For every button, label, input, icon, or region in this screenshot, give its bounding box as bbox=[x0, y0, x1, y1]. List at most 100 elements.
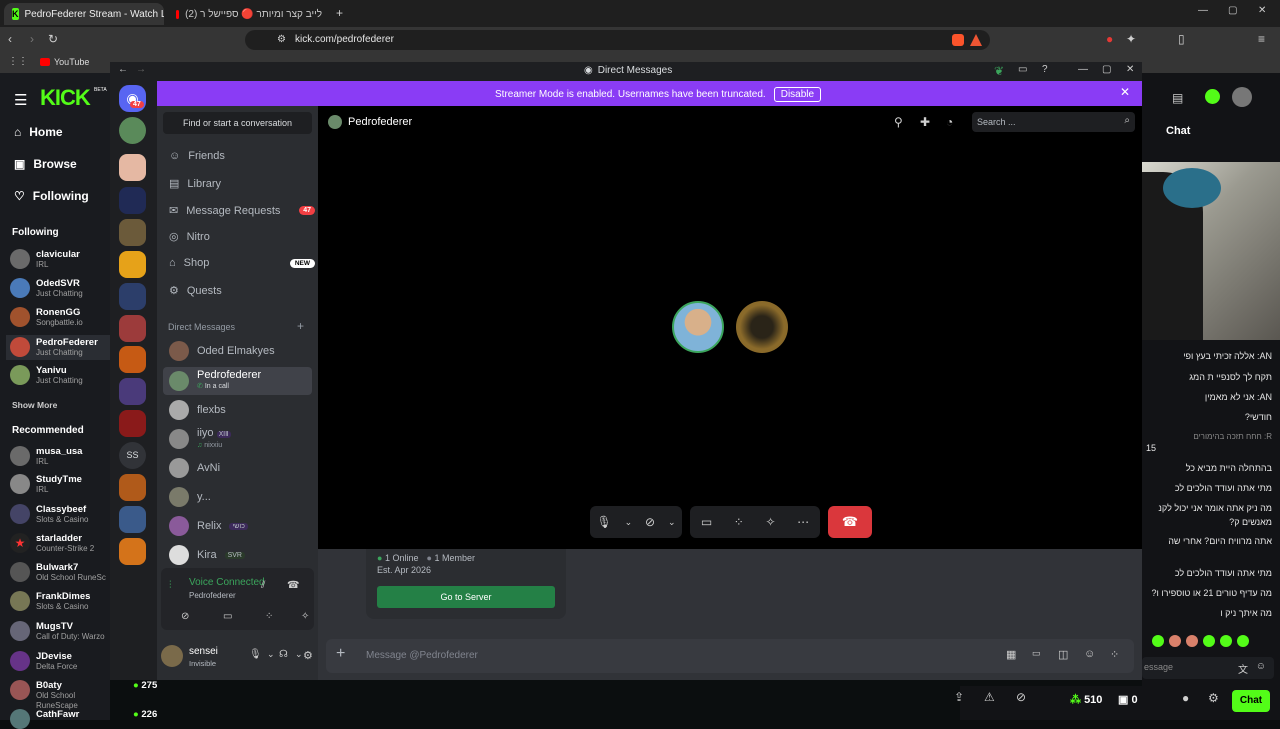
bookmark-youtube[interactable]: YouTube bbox=[54, 57, 89, 67]
tab-youtube[interactable]: לייב קצר ומיותר 🔴 ספיישל ר (2) bbox=[168, 3, 330, 25]
help-icon[interactable]: ? bbox=[1042, 64, 1048, 75]
user-avatar[interactable] bbox=[161, 645, 183, 667]
nav-message-requests[interactable]: ✉ Message Requests 47 bbox=[169, 204, 315, 217]
chevron-down-icon[interactable]: ⌄ bbox=[295, 649, 303, 660]
close-window-icon[interactable]: ✕ bbox=[1258, 5, 1266, 16]
site-info-icon[interactable]: ⚙ bbox=[277, 30, 286, 50]
dm-item[interactable]: flexbs bbox=[163, 397, 312, 423]
nav-following[interactable]: ♡ Following bbox=[14, 189, 89, 203]
dm-item[interactable]: Oded Elmakyes bbox=[163, 338, 312, 364]
channel-item[interactable]: FrankDimes Slots & Casino bbox=[10, 591, 90, 612]
channel-item[interactable]: RonenGG Songbattle.io bbox=[10, 307, 83, 328]
disconnect-icon[interactable]: ☎ bbox=[287, 580, 299, 591]
chat-bubble-icon[interactable]: ● bbox=[1182, 691, 1189, 705]
report-icon[interactable]: ⚠ bbox=[984, 690, 995, 704]
participant-avatar[interactable] bbox=[736, 301, 788, 353]
emote-icon[interactable] bbox=[1203, 635, 1215, 647]
server-icon[interactable] bbox=[119, 283, 146, 310]
emote-icon[interactable] bbox=[1152, 635, 1164, 647]
add-friend-icon[interactable]: ✚ bbox=[920, 115, 930, 129]
microphone-icon[interactable]: 🎙 bbox=[249, 649, 262, 660]
channel-item[interactable]: ★ starladder Counter-Strike 2 bbox=[10, 533, 94, 554]
chat-button[interactable]: Chat bbox=[1232, 690, 1270, 712]
server-icon[interactable] bbox=[119, 378, 146, 405]
gif-icon[interactable]: ▭ bbox=[1032, 648, 1041, 659]
close-banner-icon[interactable]: ✕ bbox=[1120, 85, 1130, 99]
participant-avatar[interactable] bbox=[672, 301, 724, 353]
settings-icon[interactable]: ⚙ bbox=[1208, 691, 1219, 705]
channel-item[interactable]: Yanivu Just Chatting bbox=[10, 365, 83, 386]
minimize-icon[interactable]: — bbox=[1078, 64, 1088, 75]
pin-icon[interactable]: ⚲ bbox=[894, 115, 903, 129]
user-profile-icon[interactable]: ◔ bbox=[946, 115, 953, 129]
dm-item[interactable]: Relix כושי bbox=[163, 513, 312, 539]
inbox-icon[interactable]: ▭ bbox=[1018, 64, 1027, 75]
chevron-down-icon[interactable]: ⌄ bbox=[625, 517, 633, 528]
new-tab-icon[interactable]: + bbox=[336, 6, 343, 20]
server-icon[interactable]: SS bbox=[119, 442, 146, 469]
kick-logo[interactable]: KICK bbox=[40, 85, 91, 111]
server-icon[interactable] bbox=[119, 251, 146, 278]
dm-item[interactable]: Kira SVR bbox=[163, 542, 312, 568]
channel-item[interactable]: JDevise Delta Force bbox=[10, 651, 77, 672]
sticker-icon[interactable]: ◫ bbox=[1058, 648, 1068, 661]
channel-item-active[interactable]: PedroFederer Just Chatting bbox=[6, 335, 110, 360]
kick-coin-icon[interactable] bbox=[1205, 89, 1220, 104]
dm-item[interactable]: y... bbox=[163, 484, 312, 510]
dm-item-selected[interactable]: Pedrofederer ✆ In a call bbox=[163, 367, 312, 395]
brave-rewards-icon[interactable] bbox=[970, 34, 982, 46]
channel-item[interactable]: musa_usa IRL bbox=[10, 446, 82, 467]
server-icon[interactable] bbox=[119, 346, 146, 373]
channel-item[interactable]: CathFawr bbox=[10, 709, 79, 729]
go-to-server-button[interactable]: Go to Server bbox=[377, 586, 555, 608]
chat-input[interactable]: essage 文 ☺ bbox=[1142, 657, 1274, 679]
channel-item[interactable]: Classybeef Slots & Casino bbox=[10, 504, 88, 525]
reload-icon[interactable]: ↻ bbox=[48, 32, 58, 46]
channel-item[interactable]: B0aty Old School RuneScape bbox=[10, 680, 110, 711]
profile-avatar[interactable] bbox=[1232, 87, 1252, 107]
camera-off-icon[interactable]: ⊘ bbox=[645, 515, 655, 529]
server-icon[interactable] bbox=[119, 154, 146, 181]
server-icon[interactable] bbox=[119, 410, 146, 437]
nav-friends[interactable]: ☺ Friends bbox=[169, 150, 225, 162]
dm-item[interactable]: AvNi bbox=[163, 455, 312, 481]
screen-share-icon[interactable]: ▭ bbox=[701, 515, 712, 529]
voice-channel[interactable]: Pedrofederer bbox=[189, 591, 236, 600]
hamburger-icon[interactable]: ☰ bbox=[14, 91, 27, 109]
server-icon[interactable] bbox=[119, 538, 146, 565]
microphone-icon[interactable]: 🎙 bbox=[596, 515, 611, 529]
activities-icon[interactable]: ⁘ bbox=[734, 515, 744, 529]
channel-item[interactable]: clavicular IRL bbox=[10, 249, 80, 270]
nav-nitro[interactable]: ◎ Nitro bbox=[169, 230, 210, 244]
more-icon[interactable]: ⋯ bbox=[797, 515, 809, 529]
server-icon[interactable] bbox=[119, 474, 146, 501]
gift-icon[interactable]: ▦ bbox=[1006, 648, 1016, 661]
disable-button[interactable]: Disable bbox=[773, 87, 822, 102]
nav-quests[interactable]: ⚙ Quests bbox=[169, 284, 222, 298]
emote-icon[interactable] bbox=[1220, 635, 1232, 647]
forward-icon[interactable]: › bbox=[30, 32, 34, 46]
likes-counter[interactable]: ⁂ 510 bbox=[1070, 693, 1102, 706]
message-input[interactable]: + Message @Pedrofederer ▦ ▭ ◫ ☺ ⁘ bbox=[326, 639, 1134, 673]
nav-library[interactable]: ▤ Library bbox=[169, 177, 221, 191]
leaf-icon[interactable]: ❦ bbox=[994, 64, 1004, 78]
forward-icon[interactable]: → bbox=[136, 64, 146, 75]
show-more-link[interactable]: Show More bbox=[12, 400, 57, 410]
nav-home[interactable]: ⌂ Home bbox=[14, 125, 63, 139]
gift-icon[interactable]: ▤ bbox=[1172, 91, 1183, 105]
end-call-button[interactable]: ☎ bbox=[828, 506, 872, 538]
create-dm-icon[interactable]: + bbox=[297, 319, 304, 333]
headphones-icon[interactable]: ☊ bbox=[279, 649, 288, 660]
screen-share-icon[interactable]: ▭ bbox=[223, 611, 232, 622]
sidebar-icon[interactable]: ▯ bbox=[1178, 32, 1185, 46]
find-conversation-input[interactable]: Find or start a conversation bbox=[163, 112, 312, 134]
gifts-counter[interactable]: ▣ 0 bbox=[1118, 693, 1138, 706]
back-icon[interactable]: ← bbox=[118, 64, 128, 75]
puzzle-icon[interactable]: ✦ bbox=[1126, 32, 1136, 46]
close-icon[interactable]: ✕ bbox=[1126, 64, 1134, 75]
share-icon[interactable]: ⇪ bbox=[954, 690, 964, 704]
server-icon[interactable] bbox=[119, 187, 146, 214]
nav-shop[interactable]: ⌂ Shop NEW bbox=[169, 257, 315, 269]
channel-item[interactable]: OdedSVR Just Chatting bbox=[10, 278, 83, 299]
server-icon[interactable] bbox=[119, 117, 146, 144]
